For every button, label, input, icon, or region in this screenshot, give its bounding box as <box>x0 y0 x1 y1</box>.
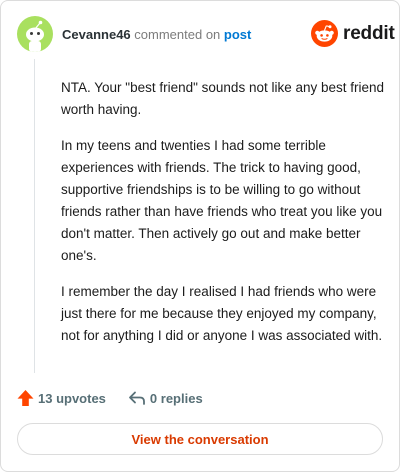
comment-body: NTA. Your "best friend" sounds not like … <box>61 77 387 361</box>
comment-header: Cevanne46 commented on post <box>62 27 251 42</box>
comment-actions: 13 upvotes 0 replies <box>17 389 203 407</box>
commented-on-text: commented on <box>134 27 221 42</box>
comment-paragraph: In my teens and twenties I had some terr… <box>61 138 383 263</box>
reply-count: 0 replies <box>149 390 203 406</box>
comment-embed-card: Cevanne46 commented on post reddit NTA. … <box>0 0 400 472</box>
upvote-count: 13 upvotes <box>38 390 106 406</box>
post-link[interactable]: post <box>224 27 251 42</box>
comment-paragraph: I remember the day I realised I had frie… <box>61 284 383 343</box>
upvote-button[interactable]: 13 upvotes <box>17 389 106 407</box>
view-conversation-button[interactable]: View the conversation <box>17 423 383 455</box>
reddit-alien-icon <box>311 20 338 47</box>
upvote-arrow-icon <box>17 390 34 406</box>
comment-paragraph: NTA. Your "best friend" sounds not like … <box>61 80 385 117</box>
reply-arrow-icon <box>129 391 145 405</box>
view-conversation-label: View the conversation <box>131 431 269 447</box>
reddit-wordmark: reddit <box>343 22 395 44</box>
reddit-logo[interactable]: reddit <box>311 20 395 47</box>
user-avatar[interactable] <box>17 16 53 52</box>
thread-line <box>34 59 35 373</box>
snoo-avatar-icon <box>26 20 44 52</box>
username-link[interactable]: Cevanne46 <box>62 27 131 42</box>
replies-button[interactable]: 0 replies <box>128 390 203 406</box>
